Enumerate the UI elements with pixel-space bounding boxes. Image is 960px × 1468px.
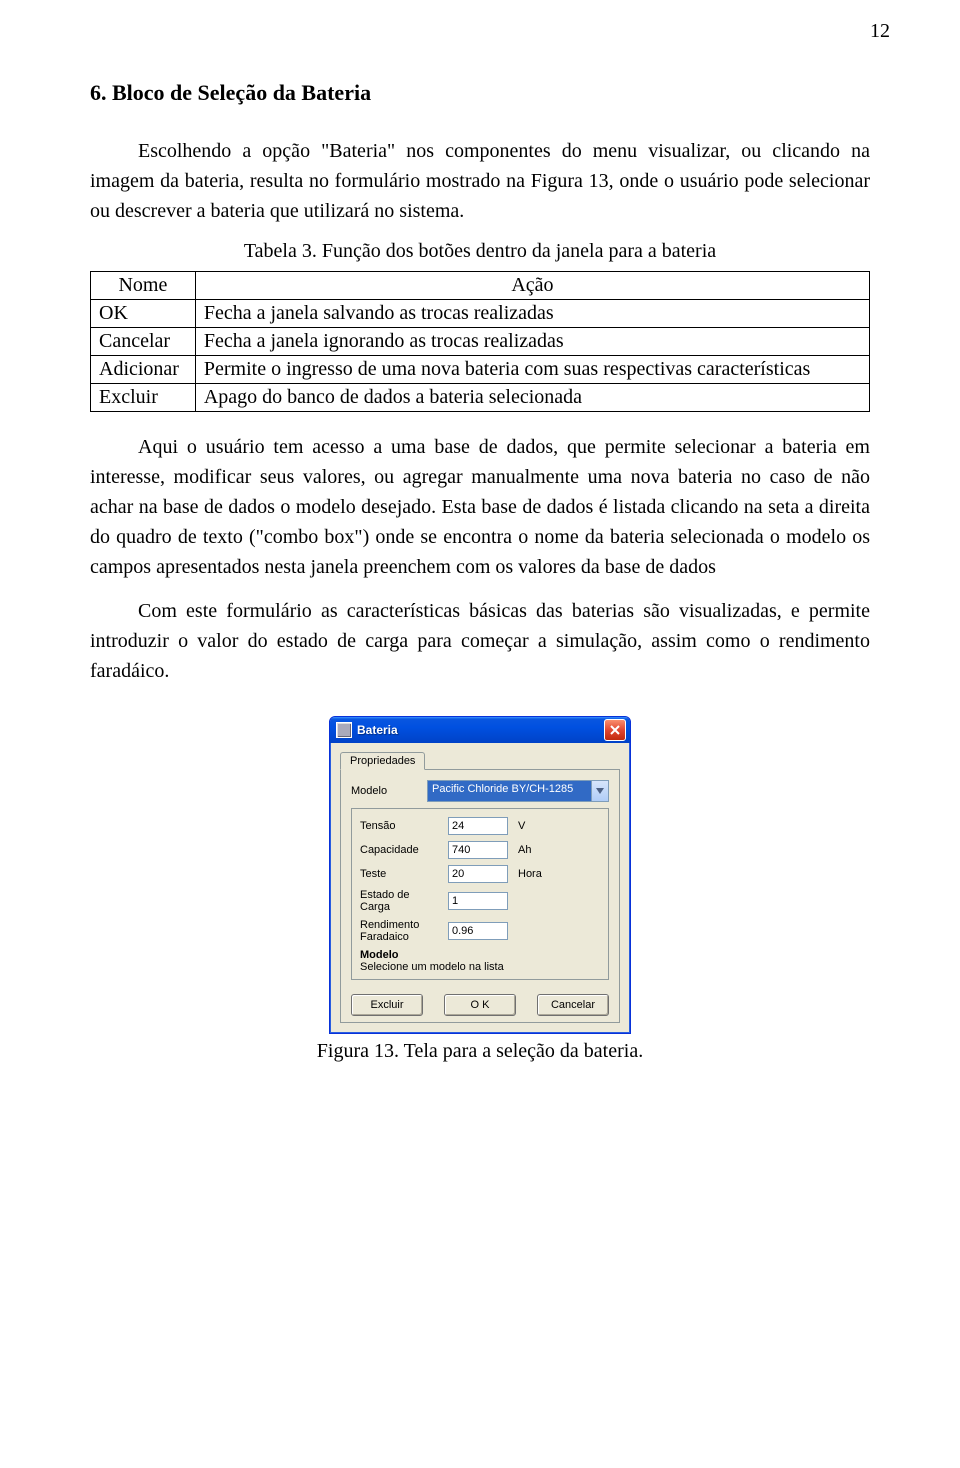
function-table: Nome Ação OK Fecha a janela salvando as … [90, 271, 870, 412]
cell-nome: Excluir [91, 384, 196, 412]
cell-nome: OK [91, 300, 196, 328]
cell-acao: Permite o ingresso de uma nova bateria c… [195, 356, 869, 384]
table-caption: Tabela 3. Função dos botões dentro da ja… [90, 240, 870, 263]
paragraph-3: Com este formulário as características b… [90, 596, 870, 686]
help-text: Selecione um modelo na lista [360, 961, 600, 973]
tab-panel: Modelo Pacific Chloride BY/CH-1285 Tensã… [340, 769, 620, 1023]
cell-acao: Fecha a janela ignorando as trocas reali… [195, 328, 869, 356]
table-row: Adicionar Permite o ingresso de uma nova… [91, 356, 870, 384]
capacidade-label: Capacidade [360, 844, 442, 856]
figure-caption: Figura 13. Tela para a seleção da bateri… [90, 1040, 870, 1063]
tensao-input[interactable] [448, 817, 508, 835]
cell-acao: Fecha a janela salvando as trocas realiz… [195, 300, 869, 328]
bateria-dialog: Bateria Propriedades Modelo Pacific Chlo… [329, 716, 631, 1034]
teste-unit: Hora [518, 868, 542, 880]
estado-label: Estado de Carga [360, 889, 442, 913]
table-row: Excluir Apago do banco de dados a bateri… [91, 384, 870, 412]
rendimento-label: Rendimento Faradaico [360, 919, 442, 943]
close-button[interactable] [604, 719, 626, 741]
modelo-label: Modelo [351, 785, 421, 797]
fields-group: Tensão V Capacidade Ah Teste Hora [351, 808, 609, 980]
ok-button[interactable]: O K [444, 994, 516, 1016]
cell-nome: Cancelar [91, 328, 196, 356]
excluir-button[interactable]: Excluir [351, 994, 423, 1016]
page-number: 12 [870, 20, 890, 43]
estado-input[interactable] [448, 892, 508, 910]
chevron-down-icon[interactable] [591, 781, 608, 801]
paragraph-2: Aqui o usuário tem acesso a uma base de … [90, 432, 870, 582]
tab-propriedades[interactable]: Propriedades [340, 752, 425, 770]
close-icon [610, 725, 620, 735]
teste-input[interactable] [448, 865, 508, 883]
modelo-selected: Pacific Chloride BY/CH-1285 [428, 781, 591, 801]
table-header-nome: Nome [91, 272, 196, 300]
tensao-label: Tensão [360, 820, 442, 832]
capacidade-unit: Ah [518, 844, 531, 856]
modelo-combobox[interactable]: Pacific Chloride BY/CH-1285 [427, 780, 609, 802]
cell-nome: Adicionar [91, 356, 196, 384]
app-icon [336, 722, 352, 738]
window-title: Bateria [357, 723, 604, 737]
cancelar-button[interactable]: Cancelar [537, 994, 609, 1016]
rendimento-input[interactable] [448, 922, 508, 940]
table-row: Cancelar Fecha a janela ignorando as tro… [91, 328, 870, 356]
capacidade-input[interactable] [448, 841, 508, 859]
cell-acao: Apago do banco de dados a bateria seleci… [195, 384, 869, 412]
section-heading: 6. Bloco de Seleção da Bateria [90, 80, 870, 106]
titlebar[interactable]: Bateria [330, 717, 630, 743]
teste-label: Teste [360, 868, 442, 880]
table-row: OK Fecha a janela salvando as trocas rea… [91, 300, 870, 328]
help-title: Modelo [360, 949, 600, 961]
tensao-unit: V [518, 820, 525, 832]
paragraph-1: Escolhendo a opção "Bateria" nos compone… [90, 136, 870, 226]
table-header-acao: Ação [195, 272, 869, 300]
